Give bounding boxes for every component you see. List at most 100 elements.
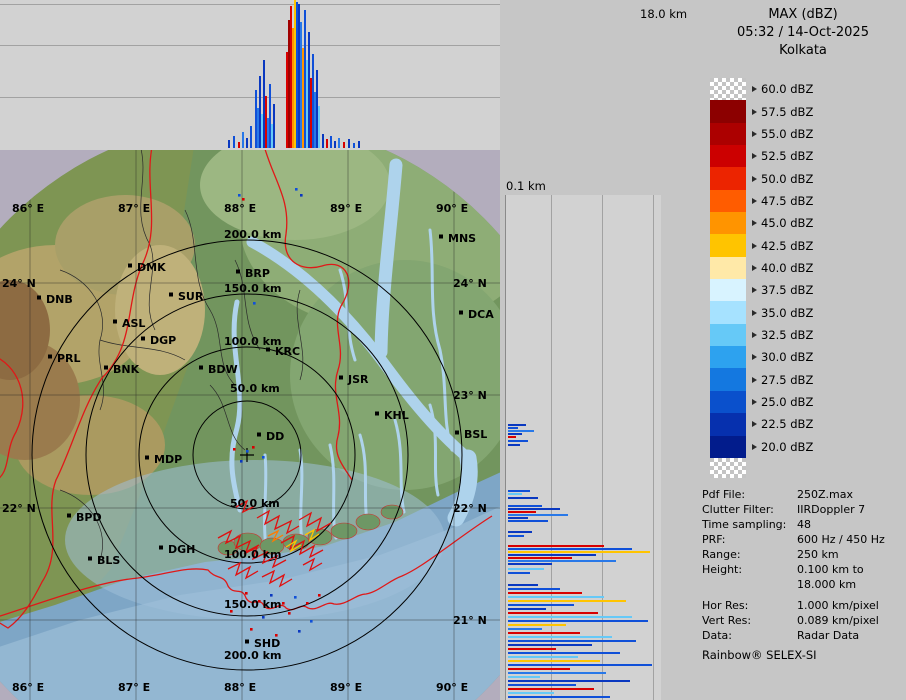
city-label: BSL	[464, 428, 487, 441]
legend-label: 30.0 dBZ	[761, 350, 814, 365]
city-label: DD	[266, 430, 284, 443]
echo-bar	[322, 134, 324, 148]
echo-bar	[508, 572, 530, 574]
legend-row: 52.5 dBZ	[710, 145, 814, 168]
city-marker	[245, 639, 249, 644]
latitude-label: 23° N	[453, 389, 487, 402]
legend-swatch	[710, 301, 746, 324]
legend-row: 55.0 dBZ	[710, 122, 813, 146]
legend-row: 60.0 dBZ	[710, 78, 813, 101]
info-label: Height:	[702, 563, 743, 576]
echo-dot	[288, 612, 291, 615]
echo-bar	[508, 684, 576, 686]
echo-bar	[508, 560, 616, 562]
legend-row: 47.5 dBZ	[710, 189, 814, 213]
echo-bar	[508, 644, 592, 646]
longitude-label: 89° E	[330, 202, 362, 215]
echo-bar	[508, 628, 542, 630]
city-label: DMK	[137, 261, 166, 274]
legend-row: 32.5 dBZ	[710, 323, 813, 347]
info-row: Pdf File: 250Z.max	[700, 487, 906, 502]
legend-arrow-icon	[752, 398, 757, 405]
echo-dot	[294, 596, 297, 599]
echo-bar	[250, 126, 252, 148]
echo-bar	[508, 648, 556, 650]
legend-label: 27.5 dBZ	[761, 372, 814, 387]
longitude-label: 87° E	[118, 681, 150, 694]
echo-bar	[508, 440, 528, 442]
legend-swatch	[710, 390, 746, 414]
city-marker	[159, 545, 163, 550]
legend-row: 50.0 dBZ	[710, 167, 813, 190]
latitude-label: 21° N	[453, 614, 487, 627]
legend-arrow-icon	[752, 421, 757, 428]
echo-bar	[228, 140, 230, 148]
legend-arrow-icon	[752, 287, 757, 294]
city-marker	[455, 430, 459, 435]
city-label: BRP	[245, 267, 270, 280]
echo-bar	[348, 139, 350, 148]
legend-swatch	[710, 122, 746, 146]
city-marker	[257, 432, 261, 437]
city-marker	[339, 375, 343, 380]
legend-arrow-icon	[752, 354, 757, 361]
echo-bar	[508, 430, 534, 432]
echo-bar	[508, 636, 612, 638]
echo-bar	[508, 531, 532, 533]
info-value: 0.089 km/pixel	[797, 614, 879, 627]
echo-bar	[508, 664, 652, 666]
cross-section-side-panel	[505, 195, 661, 700]
info-row: Data: Radar Data	[700, 628, 906, 643]
info-value: 250Z.max	[797, 488, 853, 501]
echo-dot	[300, 194, 303, 197]
info-label: Pdf File:	[702, 488, 746, 501]
info-value: Radar Data	[797, 629, 860, 642]
range-ring-label: 100.0 km	[224, 548, 281, 561]
echo-dot	[262, 456, 265, 459]
echo-bar	[508, 688, 594, 690]
info-value: 48	[797, 518, 811, 531]
city-marker	[141, 336, 145, 341]
info-value: IIRDoppler 7	[797, 503, 866, 516]
echo-bar	[508, 511, 536, 513]
echo-bar	[508, 612, 598, 614]
range-ring-label: 50.0 km	[230, 382, 280, 395]
city-label: SHD	[254, 637, 280, 650]
info-row: Range: 250 km	[700, 547, 906, 562]
echo-bar	[508, 592, 582, 594]
city-label: BDW	[208, 363, 238, 376]
echo-dot	[238, 194, 241, 197]
echo-bar	[330, 136, 332, 148]
echo-dot	[262, 616, 265, 619]
legend-label: 52.5 dBZ	[761, 149, 814, 164]
legend-row: 20.0 dBZ	[710, 435, 813, 458]
echo-bar	[334, 141, 336, 148]
info-label: Vert Res:	[702, 614, 752, 627]
echo-bar	[508, 490, 530, 492]
legend-row: 57.5 dBZ	[710, 100, 813, 123]
echo-dot	[242, 198, 245, 201]
city-label: DCA	[468, 308, 494, 321]
echo-bar	[508, 588, 560, 590]
echo-bar	[508, 424, 526, 426]
echo-bar	[508, 557, 572, 559]
city-marker	[266, 347, 270, 352]
echo-bar	[508, 616, 632, 618]
legend-arrow-icon	[752, 175, 757, 182]
echo-bar	[508, 497, 538, 499]
city-marker	[88, 556, 92, 561]
info-label: Hor Res:	[702, 599, 749, 612]
city-label: BPD	[76, 511, 102, 524]
legend-arrow-icon	[752, 153, 757, 160]
echo-bar	[508, 444, 520, 446]
info-label: Data:	[702, 629, 732, 642]
city-label: JSR	[347, 373, 369, 386]
legend-swatch	[710, 413, 746, 436]
radar-map-panel: 86° E 86° E 87° E 87° E 88° E 88° E 89° E 89° E…	[0, 120, 540, 700]
city-marker	[37, 295, 41, 300]
legend-swatch	[710, 346, 746, 369]
city-marker	[145, 455, 149, 460]
echo-bar	[508, 493, 522, 495]
legend-label: 22.5 dBZ	[761, 417, 814, 432]
legend-label: 47.5 dBZ	[761, 193, 814, 208]
